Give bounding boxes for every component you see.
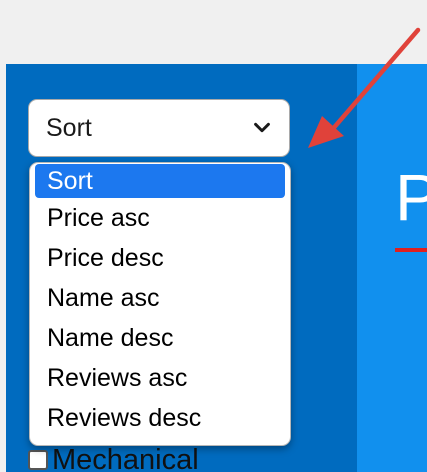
sort-option-price-asc[interactable]: Price asc [30, 198, 290, 238]
sort-select[interactable]: Sort [28, 99, 290, 157]
sort-dropdown-list: Sort Price asc Price desc Name asc Name … [29, 162, 291, 446]
sort-option-reviews-desc[interactable]: Reviews desc [30, 398, 290, 438]
heading-underline [395, 248, 427, 252]
mechanical-label: Mechanical [52, 443, 199, 472]
sort-option-name-desc[interactable]: Name desc [30, 318, 290, 358]
sort-option-name-asc[interactable]: Name asc [30, 278, 290, 318]
main-heading: P [395, 160, 427, 234]
mechanical-checkbox[interactable] [28, 450, 48, 470]
sort-option-reviews-asc[interactable]: Reviews asc [30, 358, 290, 398]
chevron-down-icon [254, 122, 270, 133]
sort-option-price-desc[interactable]: Price desc [30, 238, 290, 278]
sort-select-value: Sort [46, 113, 92, 142]
main-content: P [357, 64, 427, 472]
sort-option-sort[interactable]: Sort [35, 164, 285, 198]
top-bar [0, 0, 427, 64]
